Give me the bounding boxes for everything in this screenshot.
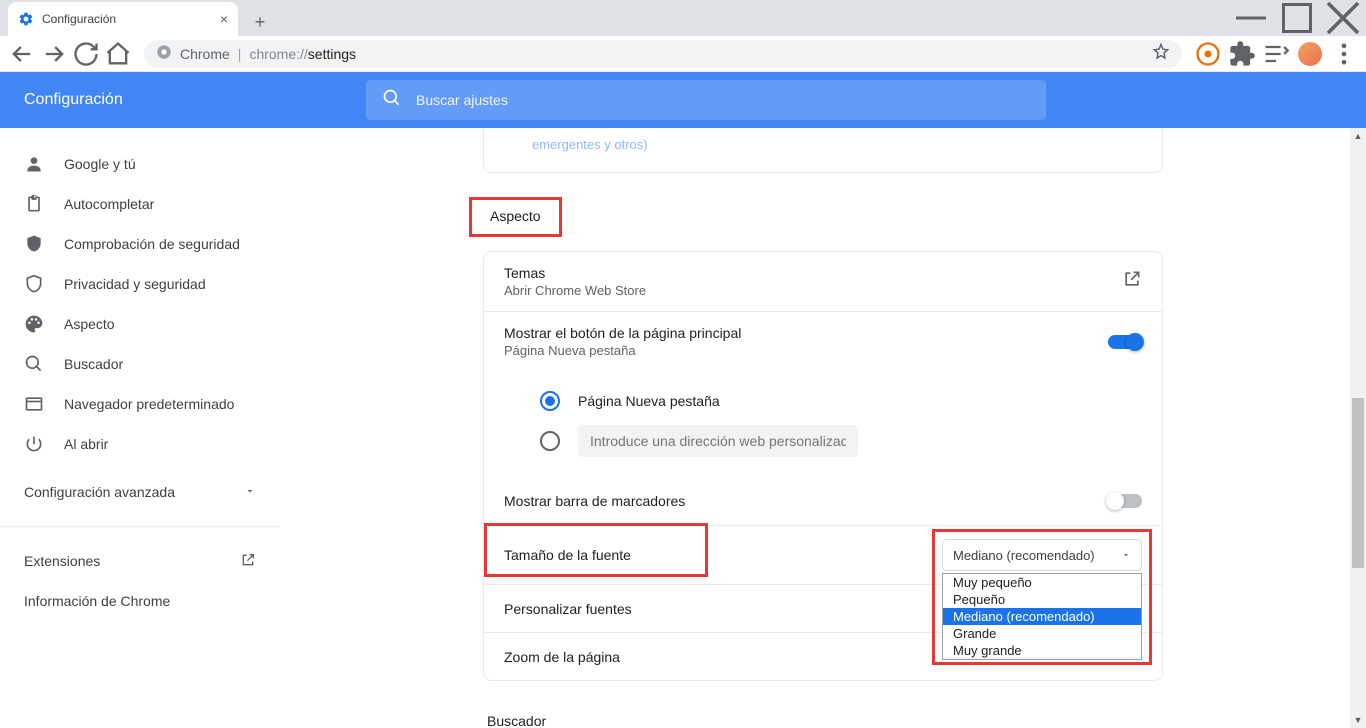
section-buscador-title: Buscador: [487, 713, 1159, 728]
external-link-icon: [240, 552, 256, 571]
settings-title: Configuración: [24, 91, 342, 109]
option-muy-pequeno[interactable]: Muy pequeño: [943, 574, 1141, 591]
browser-toolbar: Chrome | chrome://settings: [0, 36, 1366, 72]
new-tab-button[interactable]: +: [246, 8, 274, 36]
profile-avatar[interactable]: [1296, 40, 1324, 68]
section-aspecto-title: Aspecto: [490, 208, 541, 224]
close-icon[interactable]: ×: [220, 11, 228, 27]
back-button[interactable]: [8, 40, 36, 68]
sidebar-item-google[interactable]: Google y tú: [0, 144, 280, 184]
person-icon: [24, 154, 44, 174]
maximize-button[interactable]: [1274, 0, 1320, 36]
settings-search[interactable]: [366, 80, 1046, 120]
menu-icon[interactable]: [1330, 40, 1358, 68]
highlight-aspecto: Aspecto: [469, 197, 562, 237]
option-grande[interactable]: Grande: [943, 625, 1141, 642]
reload-button[interactable]: [72, 40, 100, 68]
appearance-card: Temas Abrir Chrome Web Store Mostrar el …: [483, 251, 1163, 681]
minimize-button[interactable]: [1228, 0, 1274, 36]
sidebar-item-privacy[interactable]: Privacidad y seguridad: [0, 264, 280, 304]
browser-icon: [24, 394, 44, 414]
close-window-button[interactable]: [1320, 0, 1366, 36]
settings-header: Configuración: [0, 72, 1366, 128]
radio-icon[interactable]: [540, 391, 560, 411]
gear-icon: [18, 11, 34, 27]
sidebar-advanced[interactable]: Configuración avanzada: [0, 472, 280, 512]
window-controls: [1228, 0, 1366, 36]
sidebar-item-safety[interactable]: Comprobación de seguridad: [0, 224, 280, 264]
tab-strip: Configuración × +: [0, 0, 1366, 36]
forward-button[interactable]: [40, 40, 68, 68]
shield-icon: [24, 274, 44, 294]
toggle-bookmarks[interactable]: [1108, 494, 1142, 508]
external-link-icon: [1122, 269, 1142, 294]
palette-icon: [24, 314, 44, 334]
option-mediano[interactable]: Mediano (recomendado): [943, 608, 1141, 625]
homebutton-radio-group: Página Nueva pestaña: [484, 371, 1162, 477]
power-icon: [24, 434, 44, 454]
partial-card: emergentes y otros): [483, 128, 1163, 173]
settings-main: emergentes y otros) Aspecto Temas Abrir …: [280, 128, 1366, 728]
sidebar-item-search[interactable]: Buscador: [0, 344, 280, 384]
sidebar-extensions[interactable]: Extensiones: [0, 541, 280, 581]
sidebar-item-appearance[interactable]: Aspecto: [0, 304, 280, 344]
chrome-icon: [156, 44, 172, 63]
row-themes[interactable]: Temas Abrir Chrome Web Store: [484, 252, 1162, 311]
sidebar-about[interactable]: Información de Chrome: [0, 581, 280, 621]
sidebar-item-autofill[interactable]: Autocompletar: [0, 184, 280, 224]
scrollbar-thumb[interactable]: [1352, 398, 1364, 568]
extensions-puzzle-icon[interactable]: [1228, 40, 1256, 68]
chevron-down-icon: [1121, 548, 1131, 563]
row-font-size: Tamaño de la fuente Mediano (recomendado…: [484, 525, 1162, 584]
tab-title: Configuración: [42, 12, 212, 26]
clipboard-icon: [24, 194, 44, 214]
search-input[interactable]: [416, 92, 1030, 108]
chevron-down-icon: [244, 484, 256, 500]
settings-sidebar: Google y tú Autocompletar Comprobación d…: [0, 128, 280, 728]
row-bookmarks-bar: Mostrar barra de marcadores: [484, 477, 1162, 525]
font-size-menu: Muy pequeño Pequeño Mediano (recomendado…: [942, 573, 1142, 660]
omnibox-chrome-label: Chrome: [180, 46, 230, 62]
option-muy-grande[interactable]: Muy grande: [943, 642, 1141, 659]
radio-icon[interactable]: [540, 431, 560, 451]
shield-check-icon: [24, 234, 44, 254]
option-pequeno[interactable]: Pequeño: [943, 591, 1141, 608]
font-size-dropdown[interactable]: Mediano (recomendado) Muy pequeño Pequeñ…: [942, 539, 1142, 571]
toggle-homebutton[interactable]: [1108, 335, 1142, 349]
sidebar-item-onstartup[interactable]: Al abrir: [0, 424, 280, 464]
home-button[interactable]: [104, 40, 132, 68]
search-icon: [24, 354, 44, 374]
star-icon[interactable]: [1152, 43, 1170, 64]
omnibox[interactable]: Chrome | chrome://settings: [144, 40, 1182, 68]
radio-custom-url[interactable]: [540, 421, 1142, 461]
divider: [0, 526, 280, 527]
row-homebutton: Mostrar el botón de la página principal …: [484, 311, 1162, 371]
scrollbar[interactable]: ▲ ▼: [1350, 128, 1366, 728]
radio-newtab[interactable]: Página Nueva pestaña: [540, 381, 1142, 421]
custom-url-input[interactable]: [578, 425, 858, 457]
browser-tab[interactable]: Configuración ×: [8, 2, 238, 36]
reading-list-icon[interactable]: [1262, 40, 1290, 68]
extension-icon-1[interactable]: [1194, 40, 1222, 68]
scroll-up-icon[interactable]: ▲: [1350, 128, 1366, 144]
search-icon: [382, 88, 402, 113]
scroll-down-icon[interactable]: ▼: [1350, 712, 1366, 728]
highlight-fontsize-label: [484, 523, 708, 577]
sidebar-item-default-browser[interactable]: Navegador predeterminado: [0, 384, 280, 424]
